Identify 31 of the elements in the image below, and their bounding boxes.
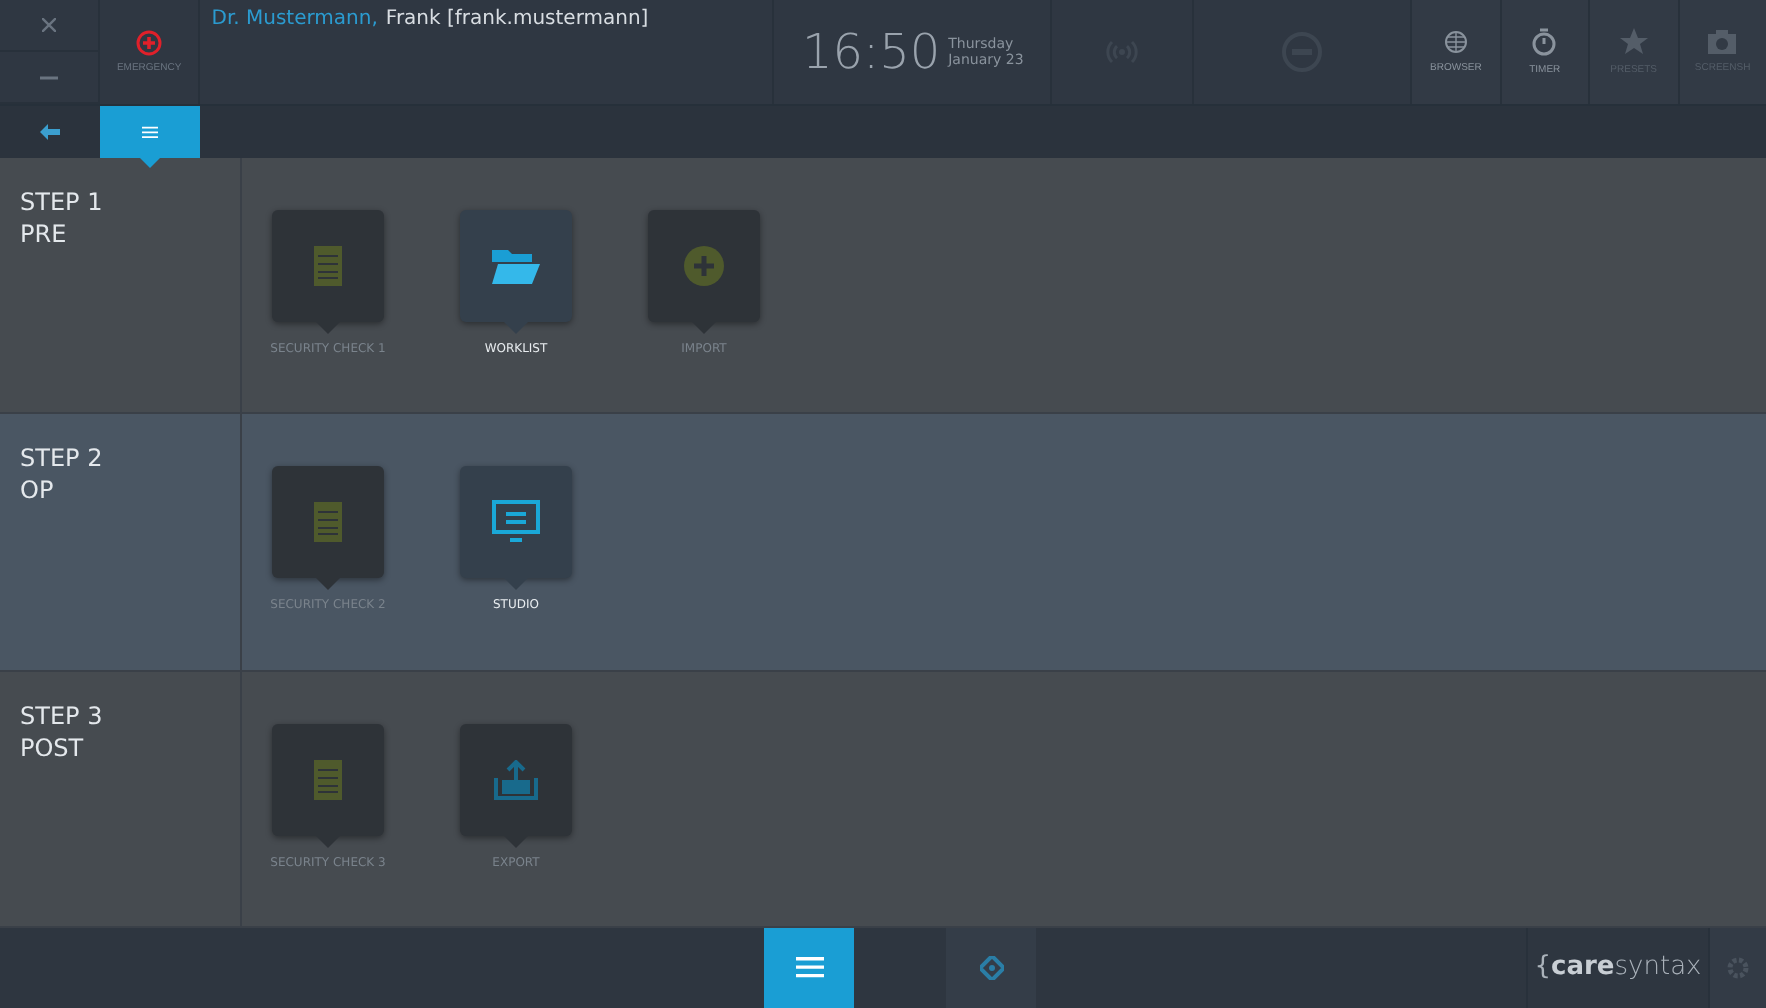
nav-button[interactable] bbox=[946, 927, 1036, 1008]
step-phase: PRE bbox=[20, 218, 69, 250]
globe-icon bbox=[1443, 30, 1468, 54]
checklist-icon bbox=[314, 246, 342, 286]
menu-icon bbox=[142, 125, 158, 139]
step-title: STEP 1 bbox=[20, 186, 105, 218]
close-icon bbox=[42, 18, 57, 32]
upload-tray-icon bbox=[494, 759, 538, 800]
emergency-cross-icon bbox=[136, 30, 163, 56]
target-icon bbox=[979, 955, 1003, 980]
settings-icon bbox=[1726, 955, 1750, 980]
step-title: STEP 3 bbox=[20, 699, 105, 732]
plus-icon bbox=[684, 246, 724, 286]
star-icon bbox=[1619, 28, 1648, 56]
camera-icon bbox=[1708, 30, 1737, 54]
folder-icon bbox=[490, 246, 542, 286]
menu-icon bbox=[795, 956, 823, 980]
step-title: STEP 2 bbox=[20, 442, 105, 475]
checklist-icon bbox=[314, 502, 342, 543]
minimize-icon bbox=[40, 75, 59, 79]
settings-button[interactable] bbox=[1708, 927, 1766, 1008]
back-arrow-icon bbox=[40, 124, 60, 140]
nav-button[interactable] bbox=[764, 927, 854, 1008]
monitor-icon bbox=[492, 500, 540, 545]
checklist-icon bbox=[314, 759, 342, 800]
user-name: Frank [frank.mustermann] bbox=[385, 8, 649, 30]
user-title: Dr. Mustermann, bbox=[211, 8, 378, 30]
clock-time: 16:50 bbox=[801, 24, 941, 80]
stopwatch-icon bbox=[1532, 28, 1557, 56]
step-phase: POST bbox=[20, 731, 86, 764]
step-phase: OP bbox=[20, 474, 56, 507]
